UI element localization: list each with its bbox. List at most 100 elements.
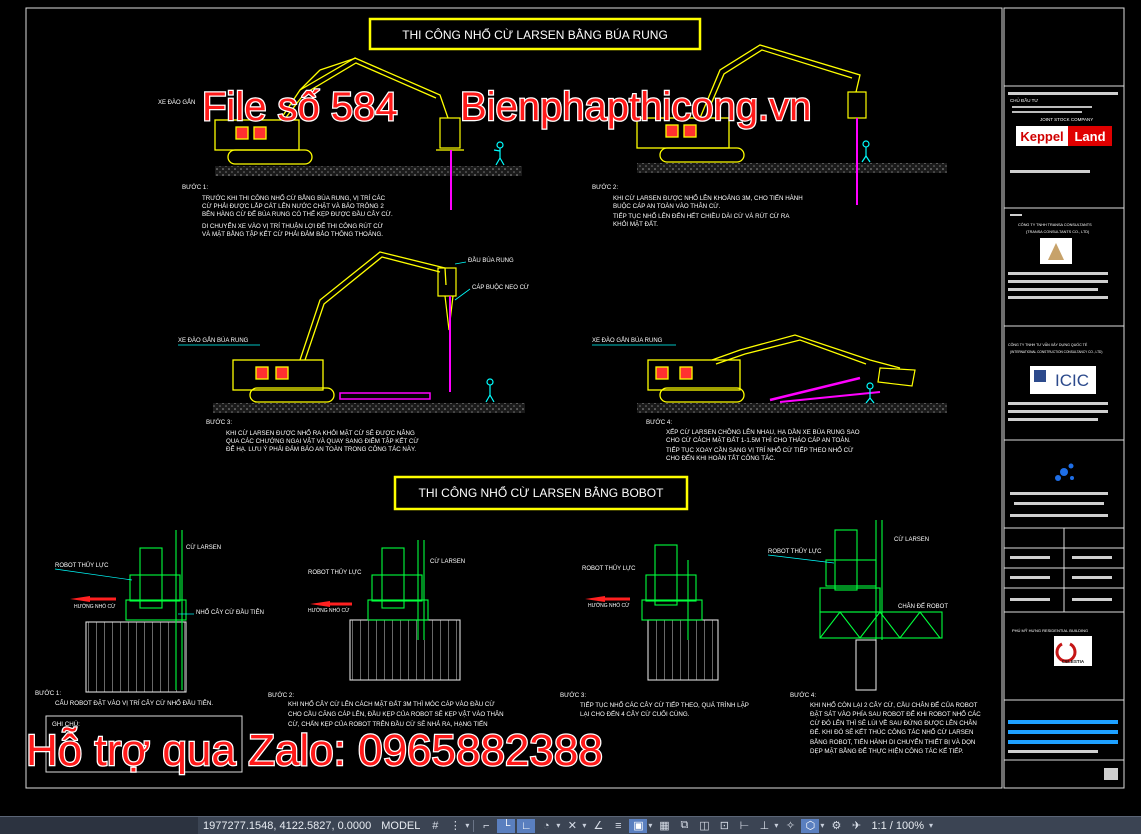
arrow-2 (310, 601, 330, 607)
polar-icon[interactable]: ∟ (517, 818, 536, 833)
logo-keppel: Keppel (1020, 129, 1063, 144)
excavator-3 (232, 251, 447, 403)
chevron-down-icon[interactable]: ▾ (820, 821, 824, 830)
svg-text:CHO ĐẾN KHI HOÀN TẤT CÔNG TÁC.: CHO ĐẾN KHI HOÀN TẤT CÔNG TÁC. (666, 455, 776, 462)
svg-text:File số 584: File số 584 (202, 85, 398, 129)
chevron-down-icon[interactable]: ▾ (648, 821, 652, 830)
lineweight-icon[interactable]: ≡ (609, 819, 627, 833)
isodraft-icon[interactable]: ◔ (537, 819, 555, 833)
step-text-top-3: BƯỚC 3: KHI CỪ LARSEN ĐƯỢC NHỔ RA KHỎI M… (206, 419, 419, 453)
tb-consultant-1b: (TRANSA CONSULTANTS CO., LTD) (1026, 230, 1090, 234)
ground-2 (637, 163, 947, 173)
snap-icon[interactable]: ⋮ (446, 819, 464, 833)
svg-text:KHI CỪ LARSEN ĐƯỢC NHỔ LÊN KHO: KHI CỪ LARSEN ĐƯỢC NHỔ LÊN KHOẢNG 3M, CH… (613, 194, 803, 202)
infer-icon[interactable]: ⌐ (477, 819, 495, 833)
otrack-icon[interactable]: ∠ (589, 819, 607, 833)
cad-drawing-canvas[interactable]: THI CÔNG NHỔ CỪ LARSEN BẰNG BÚA RUNG XE … (0, 0, 1141, 818)
svg-text:QUA CÁC CHƯỚNG NGẠI VẬT VÀ QUA: QUA CÁC CHƯỚNG NGẠI VẬT VÀ QUAY SANG ĐIỂ… (226, 438, 419, 445)
scale-readout[interactable]: 1:1 / 100% (866, 817, 929, 834)
label-robot-thuy-luc-4: ROBOT THỦY LỰC (768, 548, 822, 555)
svg-text:Hỗ trợ qua Zalo: 0965882388: Hỗ trợ qua Zalo: 0965882388 (26, 726, 603, 775)
excavator-4 (647, 334, 901, 403)
3d-osnap-icon[interactable]: ◫ (695, 819, 713, 833)
ortho-icon[interactable]: └ (497, 818, 516, 833)
selection-cycling-icon[interactable]: ⧉ (675, 819, 693, 833)
selection-filter-icon[interactable]: ⊢ (735, 819, 753, 833)
gizmo-icon[interactable]: ⊥ (755, 819, 773, 833)
svg-text:TIẾP TỤC XOAY CẦN SANG VỊ TRÍ: TIẾP TỤC XOAY CẦN SANG VỊ TRÍ NHỔ CỪ TIẾ… (666, 447, 854, 454)
ground-1 (215, 166, 522, 176)
model-space-button[interactable]: MODEL (376, 817, 425, 834)
robot-3 (641, 544, 719, 681)
svg-text:ĐỂ HẠ. LƯU Ý PHẢI ĐẢM BẢO AN T: ĐỂ HẠ. LƯU Ý PHẢI ĐẢM BẢO AN TOÀN TRONG … (226, 446, 416, 453)
svg-text:BƯỚC 3:: BƯỚC 3: (560, 692, 586, 699)
logo-icic: ICIC (1055, 371, 1089, 390)
worker-2 (861, 140, 871, 163)
svg-text:BẰNG ROBOT, TIẾN HÀNH DI CHUYỂ: BẰNG ROBOT, TIẾN HÀNH DI CHUYỂN THIẾT BỊ… (810, 738, 975, 746)
chevron-down-icon[interactable]: ▾ (582, 821, 586, 830)
tb-owner-label: CHỦ ĐẦU TƯ (1010, 97, 1038, 103)
label-huong-nho-cu-1: HƯỚNG NHỔ CỪ (74, 603, 116, 610)
chevron-down-icon[interactable]: ▾ (465, 821, 469, 830)
label-robot-thuy-luc-1: ROBOT THỦY LỰC (55, 562, 109, 569)
label-cu-larsen-4: CỪ LARSEN (894, 536, 929, 543)
chevron-down-icon[interactable]: ▾ (929, 821, 933, 830)
osnap-icon[interactable]: ✕ (563, 819, 581, 833)
tb-project: PHÚ MỸ HƯNG RESIDENTIAL BUILDING (1012, 628, 1088, 633)
settings-icon[interactable]: ⚙ (827, 819, 845, 833)
tb-consultant-2b: (INTERNATIONAL CONSTRUCTION CONSULTANCY … (1010, 350, 1102, 354)
svg-text:CHO CẦU CĂNG CÁP LÊN, ĐẦU KẸP: CHO CẦU CĂNG CÁP LÊN, ĐẦU KẸP CỦA ROBOT … (288, 710, 504, 718)
svg-text:CẨU ROBOT ĐẶT VÀO VỊ TRÍ CÂY C: CẨU ROBOT ĐẶT VÀO VỊ TRÍ CÂY CỪ NHỔ ĐẦU … (55, 699, 213, 707)
svg-text:KHI CỪ LARSEN ĐƯỢC NHỔ RA KHỎI: KHI CỪ LARSEN ĐƯỢC NHỔ RA KHỎI MẶT CỪ SẼ… (226, 430, 415, 437)
svg-text:DẸP MẶT BẰNG ĐỂ THỰC HIỆN CÔNG: DẸP MẶT BẰNG ĐỂ THỰC HIỆN CÔNG TÁC KẾ TI… (810, 747, 964, 755)
stacked-piles-3 (339, 392, 431, 400)
label-huong-nho-cu-2: HƯỚNG NHỔ CỪ (308, 607, 350, 614)
status-bar-blank (0, 817, 198, 834)
label-xe-dao-gan-bua-rung-2: XE ĐÀO GẮN BÚA RUNG (592, 336, 663, 344)
title-top: THI CÔNG NHỔ CỪ LARSEN BẰNG BÚA RUNG (402, 27, 668, 42)
dynamic-input-icon[interactable]: ▣ (629, 818, 648, 833)
svg-text:BƯỚC 3:: BƯỚC 3: (206, 419, 232, 426)
workspace-icon[interactable]: ⬡ (801, 818, 820, 833)
svg-text:BƯỚC 4:: BƯỚC 4: (646, 419, 672, 426)
dynamic-ucs-icon[interactable]: ⊡ (715, 819, 733, 833)
step-text-top-1: BƯỚC 1: TRƯỚC KHI THI CÔNG NHỔ CỪ BẰNG B… (182, 184, 393, 238)
svg-text:CỪ PHẢI ĐƯỢC LẮP CÁT LÊN NƯỚC: CỪ PHẢI ĐƯỢC LẮP CÁT LÊN NƯỚC CHẶT VÀ BẢ… (202, 202, 384, 210)
svg-text:XẾP CỪ LARSEN CHỒNG LÊN NHAU,: XẾP CỪ LARSEN CHỒNG LÊN NHAU, HẠ DẦN XE … (666, 428, 860, 436)
chevron-down-icon[interactable]: ▾ (774, 821, 778, 830)
svg-text:VÀ MẶT BẰNG TẬP KẾT CỪ PHẢI ĐẢ: VÀ MẶT BẰNG TẬP KẾT CỪ PHẢI ĐẢM BẢO THÔN… (202, 230, 383, 238)
annotation-icon[interactable]: ✧ (781, 819, 799, 833)
ground-3 (213, 403, 525, 413)
separator (473, 819, 475, 832)
vibro-hammer-3 (437, 267, 457, 331)
step-text-top-4: BƯỚC 4: XẾP CỪ LARSEN CHỒNG LÊN NHAU, HẠ… (646, 419, 860, 462)
worker-1 (493, 141, 505, 166)
step-text-bottom-2: BƯỚC 2: KHI NHỔ CÂY CỪ LÊN CÁCH MẶT ĐẤT … (268, 692, 504, 728)
svg-text:BƯỚC 1:: BƯỚC 1: (182, 184, 208, 191)
grid-icon[interactable]: # (426, 819, 444, 833)
label-cu-larsen-2: CỪ LARSEN (430, 558, 465, 565)
watermark-zalo: Hỗ trợ qua Zalo: 0965882388 (25, 725, 604, 777)
svg-text:BÊN HÀNG CỪ ĐỂ BÚA RUNG CÓ THỂ: BÊN HÀNG CỪ ĐỂ BÚA RUNG CÓ THỂ KẸP ĐƯỢC … (202, 210, 393, 218)
annotation-scale-icon[interactable]: ✈ (847, 819, 865, 833)
vibro-hammer-2 (847, 91, 867, 119)
svg-text:CỪ ĐÓ LÊN THÌ SẼ LÙI VỀ SAU ĐỨ: CỪ ĐÓ LÊN THÌ SẼ LÙI VỀ SAU ĐỨNG ĐƯỢC LÊ… (810, 719, 977, 727)
transparency-icon[interactable]: ▦ (655, 819, 673, 833)
svg-text:KHI NHỔ CÂY CỪ LÊN CÁCH MẶT ĐẤ: KHI NHỔ CÂY CỪ LÊN CÁCH MẶT ĐẤT 3M THÌ M… (288, 700, 495, 708)
coordinates-readout[interactable]: 1977277.1548, 4122.5827, 0.0000 (198, 817, 376, 834)
svg-text:Bienphapthicong.vn: Bienphapthicong.vn (460, 85, 811, 129)
title-bottom: THI CÔNG NHỔ CỪ LARSEN BẰNG BOBOT (419, 485, 665, 500)
svg-text:KHI NHỔ CÒN LẠI 2 CÂY CỪ, CẦU: KHI NHỔ CÒN LẠI 2 CÂY CỪ, CẦU CHÂN ĐẾ CỦ… (810, 702, 978, 709)
svg-text:ĐẶT SÁT VÀO PHÍA SAU ROBOT ĐỂ: ĐẶT SÁT VÀO PHÍA SAU ROBOT ĐỂ KHI ROBOT … (810, 711, 981, 718)
pile-4 (769, 376, 861, 402)
label-robot-thuy-luc-3: ROBOT THỦY LỰC (582, 565, 636, 572)
worker-3 (485, 378, 495, 403)
svg-text:KHỎI MẶT ĐẤT.: KHỎI MẶT ĐẤT. (613, 221, 658, 228)
robot-1 (85, 530, 187, 693)
svg-text:TRƯỚC KHI THI CÔNG NHỔ CỪ BẰNG: TRƯỚC KHI THI CÔNG NHỔ CỪ BẰNG BÚA RUNG,… (202, 194, 386, 202)
svg-text:LẠI CHO ĐẾN 4 CÂY CỪ CUỐI CÙNG: LẠI CHO ĐẾN 4 CÂY CỪ CUỐI CÙNG. (580, 711, 690, 718)
title-block-border (1003, 7, 1125, 789)
svg-text:BƯỚC 2:: BƯỚC 2: (268, 692, 294, 699)
chevron-down-icon[interactable]: ▾ (556, 821, 560, 830)
watermark-file: File số 584 (201, 84, 399, 131)
